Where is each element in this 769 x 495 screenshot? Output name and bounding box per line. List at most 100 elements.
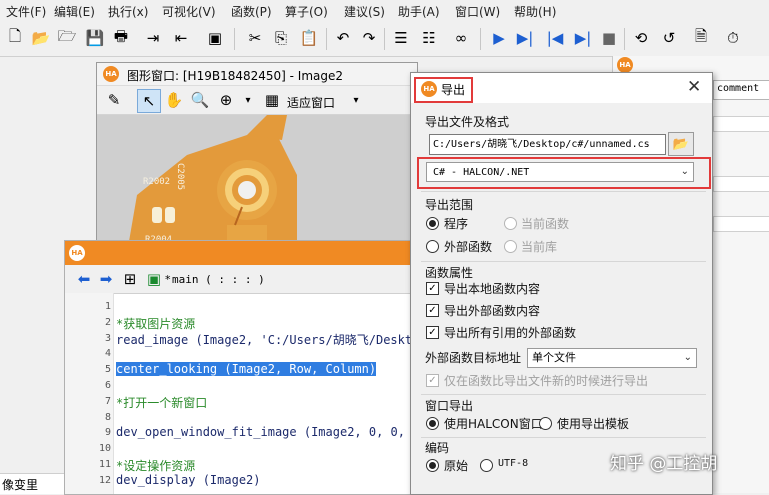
procedure-green-icon[interactable]: ▣: [143, 268, 165, 290]
export-all-referenced-checkbox[interactable]: ✓: [426, 326, 439, 339]
menu-operators[interactable]: 算子(O): [285, 3, 328, 20]
toolbar-divider: [234, 28, 235, 50]
save-icon[interactable]: 💾: [84, 27, 106, 49]
window-halcon-radio[interactable]: [426, 417, 439, 430]
line-number: 6: [104, 380, 111, 391]
section-divider: [421, 261, 706, 262]
graphics-window-titlebar[interactable]: HA 图形窗口: [H19B18482450] - Image2: [97, 63, 417, 86]
line-number: 5: [104, 364, 111, 376]
code-comment[interactable]: *获取图片资源: [116, 315, 195, 332]
range-current-library-radio[interactable]: [504, 240, 517, 253]
close-icon[interactable]: ✕: [687, 77, 701, 97]
menu-functions[interactable]: 函数(P): [231, 3, 272, 20]
file-section-label: 导出文件及格式: [425, 115, 510, 129]
stop-icon[interactable]: ■: [598, 27, 620, 49]
target-address-select[interactable]: 单个文件 ⌄: [527, 348, 697, 368]
range-current-function-radio[interactable]: [504, 217, 517, 230]
export-newer-only-checkbox[interactable]: ✓: [426, 374, 439, 387]
browse-folder-icon[interactable]: 📂: [668, 132, 694, 156]
export-path-input[interactable]: C:/Users/胡晓飞/Desktop/c#/unnamed.cs: [429, 134, 666, 155]
zoom-in-icon[interactable]: ⊕: [215, 89, 237, 111]
encoding-original-radio[interactable]: [426, 459, 439, 472]
step-out-icon[interactable]: ▶|: [572, 27, 594, 49]
window-image-icon[interactable]: ▣: [204, 27, 226, 49]
encoding-section-label: 编码: [425, 441, 450, 455]
code-line[interactable]: dev_display (Image2): [116, 473, 261, 487]
menu-help[interactable]: 帮助(H): [514, 3, 556, 20]
window-template-radio[interactable]: [539, 417, 552, 430]
procedure-star: *: [165, 273, 171, 286]
properties-icon[interactable]: 🗎: [690, 27, 712, 49]
menu-suggestions[interactable]: 建议(S): [344, 3, 385, 20]
step-over-icon[interactable]: ▶|: [514, 27, 536, 49]
export-format-select[interactable]: C# - HALCON/.NET ⌄: [426, 162, 694, 182]
line-number: 9: [104, 427, 111, 439]
graphics-window: HA 图形窗口: [H19B18482450] - Image2 ✎ ↖ ✋ 🔍…: [96, 62, 418, 254]
reset-execution-icon[interactable]: ↺: [658, 27, 680, 49]
fit-window-icon[interactable]: ▦: [261, 89, 283, 111]
code-line[interactable]: center_looking (Image2, Row, Column): [116, 362, 377, 377]
export-icon[interactable]: ⇥: [142, 27, 164, 49]
open-folder-icon[interactable]: 📂: [30, 27, 52, 49]
line-number: 3: [104, 332, 111, 344]
step-into-icon[interactable]: |◀: [544, 27, 566, 49]
redo-icon[interactable]: ↷: [358, 27, 380, 49]
menu-edit[interactable]: 编辑(E): [54, 3, 95, 20]
dialog-titlebar[interactable]: HA 导出 ✕: [411, 73, 712, 103]
hand-pan-icon[interactable]: ✋: [163, 89, 185, 111]
code-comment[interactable]: *设定操作资源: [116, 457, 195, 474]
chevron-down-icon[interactable]: ▾: [345, 89, 367, 111]
menu-window[interactable]: 窗口(W): [455, 3, 500, 20]
window-halcon-label: 使用HALCON窗口: [444, 417, 543, 431]
new-file-icon[interactable]: 🗋: [4, 27, 26, 49]
undo-icon[interactable]: ↶: [332, 27, 354, 49]
graphics-image-canvas[interactable]: R2002 C2005 R2004: [97, 115, 417, 253]
chevron-down-icon: ⌄: [680, 166, 689, 177]
forward-arrow-icon[interactable]: ➡: [95, 268, 117, 290]
pointer-cursor-icon[interactable]: ↖: [137, 89, 161, 113]
comment-field[interactable]: comment: [713, 80, 769, 100]
pencil-edit-icon[interactable]: ✎: [103, 89, 125, 111]
reset-program-icon[interactable]: ⟲: [630, 27, 652, 49]
paste-icon[interactable]: 📋: [298, 27, 320, 49]
section-divider: [421, 437, 706, 438]
magnifier-icon[interactable]: 🔍: [189, 89, 211, 111]
run-icon[interactable]: ▶: [488, 27, 510, 49]
back-arrow-icon[interactable]: ⬅: [73, 268, 95, 290]
range-section-label: 导出范围: [425, 198, 474, 212]
code-comment[interactable]: *打开一个新窗口: [116, 394, 207, 411]
print-icon[interactable]: 🖶: [110, 27, 132, 49]
range-external-function-radio[interactable]: [426, 240, 439, 253]
encoding-original-label: 原始: [444, 459, 469, 473]
uncomment-icon[interactable]: ☷: [418, 27, 440, 49]
insert-procedure-icon[interactable]: ⊞: [119, 268, 141, 290]
cut-icon[interactable]: ✂: [244, 27, 266, 49]
range-program-label: 程序: [444, 217, 469, 231]
comment-icon[interactable]: ☰: [390, 27, 412, 49]
menu-file[interactable]: 文件(F): [6, 3, 46, 20]
line-number: 4: [104, 348, 111, 360]
line-number: 7: [104, 395, 111, 407]
export-dialog: HA 导出 ✕ 导出文件及格式 C:/Users/胡晓飞/Desktop/c#/…: [410, 72, 713, 495]
procedure-selector[interactable]: main ( : : : ): [172, 273, 265, 286]
fit-window-label[interactable]: 适应窗口: [287, 94, 335, 111]
editor-titlebar[interactable]: HA: [65, 241, 425, 265]
chevron-down-icon[interactable]: ▾: [237, 89, 259, 111]
import-icon[interactable]: ⇤: [170, 27, 192, 49]
encoding-utf8-radio[interactable]: [480, 459, 493, 472]
menu-visualize[interactable]: 可视化(V): [162, 3, 216, 20]
graphics-window-toolbar: ✎ ↖ ✋ 🔍 ⊕ ▾ ▦ 适应窗口 ▾: [97, 86, 417, 115]
export-local-checkbox[interactable]: ✓: [426, 282, 439, 295]
export-external-checkbox[interactable]: ✓: [426, 304, 439, 317]
variable-window-tab[interactable]: 像变里: [0, 473, 64, 494]
range-program-radio[interactable]: [426, 217, 439, 230]
copy-icon[interactable]: ⎘: [270, 27, 292, 49]
menu-assistants[interactable]: 助手(A): [398, 3, 440, 20]
code-line[interactable]: read_image (Image2, 'C:/Users/胡晓飞/Deskto: [116, 331, 419, 348]
menu-execute[interactable]: 执行(x): [108, 3, 148, 20]
profiler-clock-icon[interactable]: ⏱: [722, 27, 744, 49]
export-external-label: 导出外部函数内容: [444, 304, 541, 318]
code-line[interactable]: dev_open_window_fit_image (Image2, 0, 0,…: [116, 425, 419, 439]
find-binoculars-icon[interactable]: ∞: [450, 27, 472, 49]
open-example-icon[interactable]: 🗁: [56, 27, 78, 49]
